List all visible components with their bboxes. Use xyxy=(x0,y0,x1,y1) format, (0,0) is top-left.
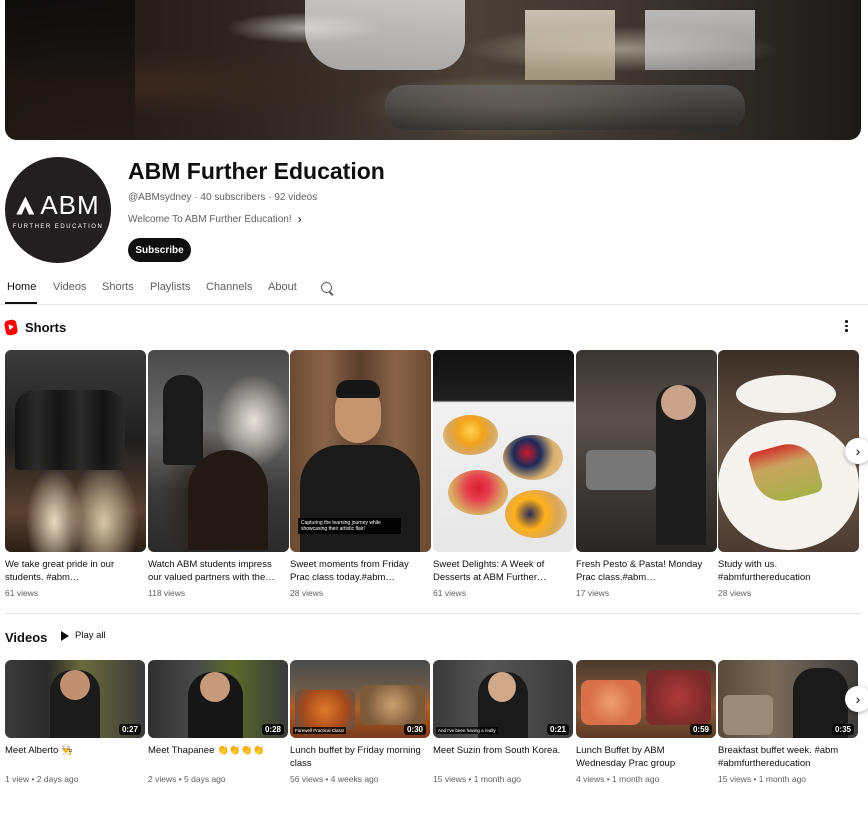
video-thumbnail[interactable]: And I've been having a really 0:21 xyxy=(433,660,573,738)
short-views: 61 views xyxy=(433,588,467,598)
video-card[interactable]: 0:59 Lunch Buffet by ABM Wednesday Prac … xyxy=(576,660,716,784)
short-views: 118 views xyxy=(148,588,186,598)
videos-section-header: Videos xyxy=(5,630,47,645)
short-thumbnail[interactable] xyxy=(5,350,146,552)
tab-channels[interactable]: Channels xyxy=(206,281,252,293)
abm-logo-text: ABM xyxy=(40,190,100,220)
video-card[interactable]: 0:27 Meet Alberto 👨‍🍳 1 view • 2 days ag… xyxy=(5,660,145,784)
video-meta: 15 views • 1 month ago xyxy=(718,774,807,784)
video-card[interactable]: And I've been having a really 0:21 Meet … xyxy=(433,660,573,784)
channel-avatar[interactable]: ABM FURTHER EDUCATION xyxy=(5,157,111,263)
short-card[interactable]: Fresh Pesto & Pasta! Monday Prac class.#… xyxy=(576,350,717,598)
abm-logo-subtitle: FURTHER EDUCATION xyxy=(12,224,104,230)
chevron-right-icon[interactable]: › xyxy=(845,686,868,712)
video-title[interactable]: Meet Alberto 👨‍🍳 xyxy=(5,744,145,770)
channel-banner xyxy=(5,0,861,140)
channel-handle: @ABMsydney xyxy=(128,192,192,203)
section-divider xyxy=(5,613,861,614)
short-thumbnail[interactable] xyxy=(148,350,289,552)
banner-product-bag xyxy=(645,10,755,70)
video-caption: Farewell Practical Class! xyxy=(293,727,347,734)
tab-about[interactable]: About xyxy=(268,281,297,293)
video-thumbnail[interactable]: 0:27 xyxy=(5,660,145,738)
short-views: 28 views xyxy=(718,588,752,598)
banner-chef-jacket xyxy=(305,0,465,70)
short-caption: Capturing the learning journey while sho… xyxy=(298,518,401,534)
chevron-right-icon: › xyxy=(297,212,302,226)
video-card[interactable]: 0:28 Meet Thapanee 👏👏👏👏 2 views • 5 days… xyxy=(148,660,288,784)
banner-cooking-pans xyxy=(385,85,745,130)
chevron-right-icon[interactable]: › xyxy=(845,438,868,464)
video-caption: And I've been having a really xyxy=(436,727,498,734)
active-tab-indicator xyxy=(5,302,37,304)
play-all-label: Play all xyxy=(75,630,106,641)
banner-product-jar xyxy=(525,10,615,80)
short-thumbnail[interactable]: Capturing the learning journey while sho… xyxy=(290,350,431,552)
video-card[interactable]: Farewell Practical Class! 0:30 Lunch buf… xyxy=(290,660,430,784)
video-duration: 0:30 xyxy=(403,724,426,735)
short-thumbnail[interactable] xyxy=(433,350,574,552)
videos-heading: Videos xyxy=(5,630,48,645)
video-duration: 0:27 xyxy=(118,724,141,735)
short-title[interactable]: Study with us. #abmfurthereducation xyxy=(718,558,859,584)
short-card[interactable]: We take great pride in our students. #ab… xyxy=(5,350,146,598)
tab-home[interactable]: Home xyxy=(7,281,36,293)
short-card[interactable]: Capturing the learning journey while sho… xyxy=(290,350,431,598)
video-meta: 15 views • 1 month ago xyxy=(433,774,522,784)
video-title[interactable]: Breakfast buffet week. #abm #abmfurthere… xyxy=(718,744,858,770)
short-views: 28 views xyxy=(290,588,324,598)
play-all-button[interactable]: Play all xyxy=(61,630,106,641)
shorts-section-header: Shorts xyxy=(3,319,67,336)
abm-logo: ABM xyxy=(16,190,99,221)
short-title[interactable]: Fresh Pesto & Pasta! Monday Prac class.#… xyxy=(576,558,717,584)
video-title[interactable]: Meet Thapanee 👏👏👏👏 xyxy=(148,744,288,770)
channel-meta: @ABMsydney · 40 subscribers · 92 videos xyxy=(128,192,318,203)
short-card[interactable]: Sweet Delights: A Week of Desserts at AB… xyxy=(433,350,574,598)
more-vert-icon[interactable] xyxy=(845,320,849,334)
video-thumbnail[interactable]: 0:35 xyxy=(718,660,858,738)
video-title[interactable]: Lunch buffet by Friday morning class xyxy=(290,744,430,770)
video-meta: 4 views • 1 month ago xyxy=(576,774,660,784)
video-duration: 0:28 xyxy=(261,724,284,735)
short-card[interactable]: Watch ABM students impress our valued pa… xyxy=(148,350,289,598)
subscribe-button[interactable]: Subscribe xyxy=(128,238,191,262)
channel-name: ABM Further Education xyxy=(128,158,385,184)
tab-shorts[interactable]: Shorts xyxy=(102,281,134,293)
short-title[interactable]: Sweet moments from Friday Prac class tod… xyxy=(290,558,431,584)
tab-videos[interactable]: Videos xyxy=(53,281,86,293)
short-thumbnail[interactable] xyxy=(718,350,859,552)
video-duration: 0:59 xyxy=(689,724,712,735)
short-title[interactable]: We take great pride in our students. #ab… xyxy=(5,558,146,584)
short-title[interactable]: Sweet Delights: A Week of Desserts at AB… xyxy=(433,558,574,584)
channel-subscribers: 40 subscribers xyxy=(200,192,266,203)
short-title[interactable]: Watch ABM students impress our valued pa… xyxy=(148,558,289,584)
video-duration: 0:35 xyxy=(831,724,854,735)
channel-description-text: Welcome To ABM Further Education! xyxy=(128,213,292,225)
video-meta: 2 views • 5 days ago xyxy=(148,774,226,784)
short-card[interactable]: Study with us. #abmfurthereducation 28 v… xyxy=(718,350,859,598)
tab-playlists[interactable]: Playlists xyxy=(150,281,190,293)
banner-chef-silhouette xyxy=(5,0,135,140)
video-thumbnail[interactable]: Farewell Practical Class! 0:30 xyxy=(290,660,430,738)
video-duration: 0:21 xyxy=(546,724,569,735)
channel-video-count: 92 videos xyxy=(274,192,318,203)
search-icon[interactable] xyxy=(321,282,332,293)
shorts-heading: Shorts xyxy=(25,320,67,335)
video-thumbnail[interactable]: 0:28 xyxy=(148,660,288,738)
video-meta: 1 view • 2 days ago xyxy=(5,774,79,784)
video-title[interactable]: Meet Suzin from South Korea. xyxy=(433,744,573,770)
play-icon xyxy=(61,630,69,641)
short-views: 61 views xyxy=(5,588,39,598)
channel-description[interactable]: Welcome To ABM Further Education! › xyxy=(128,212,302,226)
channel-tabs: Home Videos Shorts Playlists Channels Ab… xyxy=(0,276,868,305)
shorts-logo-icon xyxy=(3,319,19,336)
video-title[interactable]: Lunch Buffet by ABM Wednesday Prac group xyxy=(576,744,716,770)
video-thumbnail[interactable]: 0:59 xyxy=(576,660,716,738)
abm-logo-mark-icon xyxy=(16,196,35,215)
video-card[interactable]: 0:35 Breakfast buffet week. #abm #abmfur… xyxy=(718,660,858,784)
short-views: 17 views xyxy=(576,588,610,598)
short-thumbnail[interactable] xyxy=(576,350,717,552)
video-meta: 56 views • 4 weeks ago xyxy=(290,774,379,784)
